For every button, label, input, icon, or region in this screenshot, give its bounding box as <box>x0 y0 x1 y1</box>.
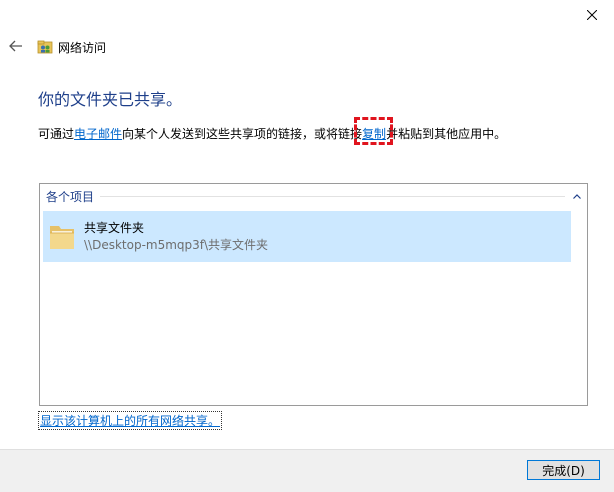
list-item-name: 共享文件夹 <box>84 220 145 235</box>
shared-items-list: 各个项目 共享文件夹 \\Desktop-m5mqp3f\共享文件夹 <box>39 183 588 406</box>
group-label: 各个项目 <box>46 189 95 204</box>
group-header: 各个项目 <box>46 188 583 204</box>
group-divider <box>100 195 565 197</box>
close-icon <box>587 10 597 20</box>
desc-text-3: 并粘贴到其他应用中。 <box>386 127 507 141</box>
network-share-icon <box>37 40 53 54</box>
page-heading: 你的文件夹已共享。 <box>38 90 183 109</box>
copy-link-wrapper: 复制 <box>354 117 394 145</box>
dialog-footer: 完成(D) <box>0 449 614 492</box>
share-description: 可通过电子邮件向某个人发送到这些共享项的链接，或将链接复制 并粘贴到其他应用中。 <box>38 117 507 145</box>
collapse-group-button[interactable] <box>571 190 583 202</box>
done-button[interactable]: 完成(D) <box>527 460 600 480</box>
window-title-row: 网络访问 <box>37 38 106 56</box>
folder-icon <box>50 225 74 249</box>
back-arrow-icon <box>9 40 22 52</box>
close-button[interactable] <box>570 0 614 30</box>
desc-text-1: 可通过 <box>38 127 75 141</box>
email-link[interactable]: 电子邮件 <box>74 127 122 141</box>
copy-link[interactable]: 复制 <box>362 127 386 141</box>
list-item[interactable]: 共享文件夹 \\Desktop-m5mqp3f\共享文件夹 <box>43 211 571 262</box>
list-item-texts: 共享文件夹 \\Desktop-m5mqp3f\共享文件夹 <box>84 220 268 254</box>
desc-text-2: 向某个人发送到这些共享项的链接，或将链接 <box>122 127 363 141</box>
back-button[interactable] <box>6 36 26 56</box>
list-item-path: \\Desktop-m5mqp3f\共享文件夹 <box>84 237 269 252</box>
window-title: 网络访问 <box>58 40 107 55</box>
show-all-shares-link[interactable]: 显示该计算机上的所有网络共享。 <box>37 411 223 430</box>
network-access-window: 网络访问 你的文件夹已共享。 可通过电子邮件向某个人发送到这些共享项的链接，或将… <box>0 0 614 492</box>
chevron-up-icon <box>573 193 581 199</box>
